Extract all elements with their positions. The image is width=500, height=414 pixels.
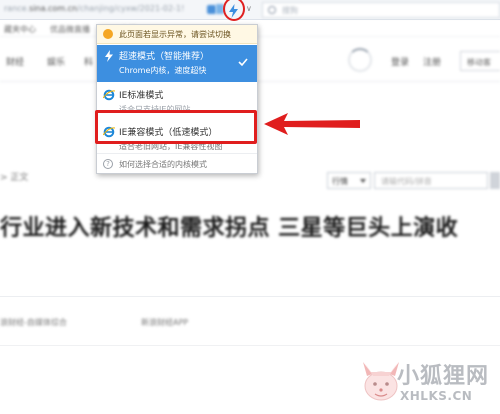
warning-icon xyxy=(103,29,113,39)
menu-notice: 此页面若显示异常，请尝试切换 xyxy=(97,25,257,44)
caret-down-icon xyxy=(360,179,366,183)
help-link[interactable]: ? 如何选择合适的内核模式 xyxy=(97,153,257,173)
login-link[interactable]: 登录 xyxy=(391,55,409,68)
stock-select-value: 行情 xyxy=(332,177,348,186)
annotation-arrow-icon xyxy=(264,113,360,135)
bookmark-item[interactable]: 藏夹中心 xyxy=(4,24,36,35)
url-path: /chanjing/cyxw/2021-02-1! xyxy=(77,4,185,13)
divider xyxy=(0,296,500,297)
menu-item-title: 超速模式（智能推荐） xyxy=(119,52,210,62)
url-domain: sina.com.cn xyxy=(29,4,78,13)
app-link[interactable]: 新浪财经APP xyxy=(141,317,188,328)
nav-item[interactable]: 财经 xyxy=(6,55,24,68)
stock-search-button[interactable] xyxy=(490,172,500,189)
register-link[interactable]: 注册 xyxy=(423,55,441,68)
url-prefix: rance. xyxy=(4,4,30,13)
search-icon xyxy=(268,6,276,14)
ie-icon xyxy=(103,89,115,101)
loading-spinner-icon xyxy=(348,48,372,72)
annotation-box xyxy=(95,110,257,144)
checkmark-icon xyxy=(238,58,248,67)
stock-search-input[interactable]: 请输代码/拼音 xyxy=(374,172,488,189)
menu-item-speed-mode[interactable]: 超速模式（智能推荐） Chrome内核，速度超快 xyxy=(97,45,257,82)
kernel-mode-menu: 此页面若显示异常，请尝试切换 超速模式（智能推荐） Chrome内核，速度超快 … xyxy=(96,24,258,174)
breadcrumb[interactable]: > 正文 xyxy=(0,170,28,183)
menu-item-title: IE标准模式 xyxy=(119,91,164,101)
watermark-name: 小狐狸网 xyxy=(397,364,490,389)
chevron-down-icon[interactable]: ∨ xyxy=(246,4,252,13)
lightning-icon xyxy=(105,50,113,62)
menu-item-subtitle: Chrome内核，速度超快 xyxy=(119,66,207,75)
annotation-circle xyxy=(223,0,245,21)
article-headline: 行业进入新技术和需求拐点 三星等巨头上演收 xyxy=(0,216,459,241)
nav-item[interactable]: 娱乐 xyxy=(47,55,65,68)
source-link[interactable]: 浪财经-自媒体综合 xyxy=(0,317,67,328)
page-action-icon[interactable] xyxy=(207,5,216,14)
watermark-url: XHLKS.CN xyxy=(400,389,473,403)
browser-screenshot: rance.sina.com.cn/chanjing/cyxw/2021-02-… xyxy=(0,0,500,414)
bookmark-item[interactable]: 优品微直播 xyxy=(50,24,90,35)
address-bar[interactable]: rance.sina.com.cn/chanjing/cyxw/2021-02-… xyxy=(0,0,500,21)
search-placeholder: 搜狗 xyxy=(282,6,298,15)
url-text[interactable]: rance.sina.com.cn/chanjing/cyxw/2021-02-… xyxy=(4,4,184,13)
help-text: 如何选择合适的内核模式 xyxy=(119,160,207,169)
stock-select[interactable]: 行情 xyxy=(327,172,371,189)
nav-item[interactable]: 科 xyxy=(84,55,93,68)
search-input[interactable]: 搜狗 xyxy=(262,2,500,18)
mobile-button[interactable]: 移动客 xyxy=(460,51,500,71)
watermark: 小狐狸网 XHLKS.CN xyxy=(355,340,500,414)
notice-text: 此页面若显示异常，请尝试切换 xyxy=(119,30,231,39)
help-icon: ? xyxy=(103,159,113,169)
